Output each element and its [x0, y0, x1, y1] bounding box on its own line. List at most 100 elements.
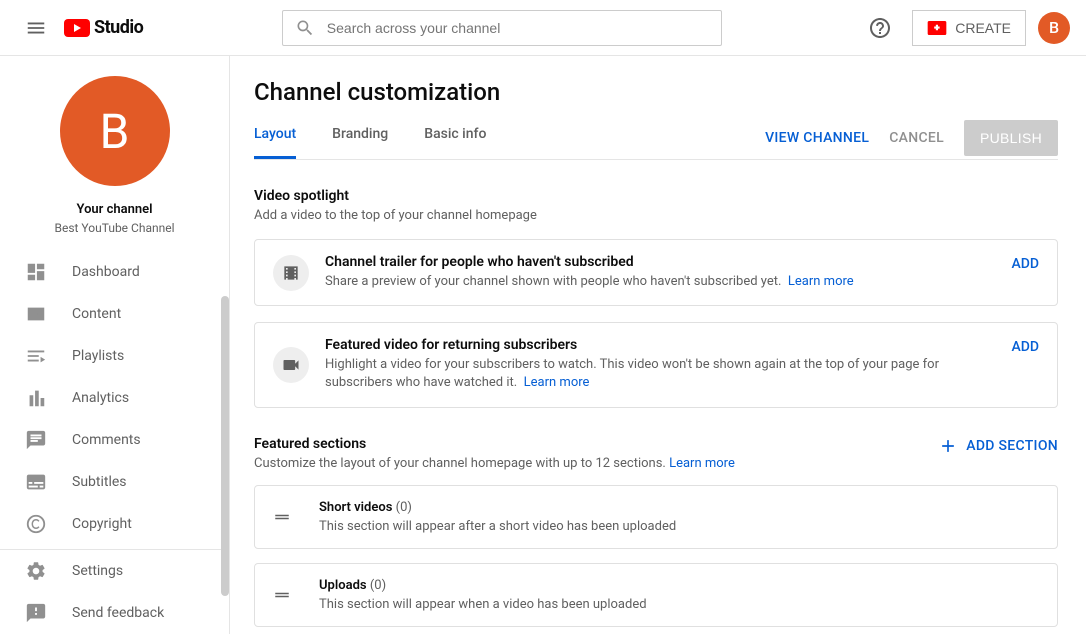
item-count: (0) [370, 578, 386, 593]
sidebar-item-copyright[interactable]: Copyright [0, 503, 229, 545]
sidebar-item-label: Copyright [72, 516, 132, 532]
add-section-button[interactable]: ADD SECTION [938, 436, 1058, 456]
sidebar-item-label: Subtitles [72, 474, 127, 490]
card-desc: Share a preview of your channel shown wi… [325, 273, 995, 291]
tab-actions: VIEW CHANNEL CANCEL PUBLISH [765, 120, 1058, 156]
card-body: Channel trailer for people who haven't s… [325, 254, 995, 291]
film-icon [273, 255, 309, 291]
learn-more-link[interactable]: Learn more [669, 456, 735, 471]
channel-info: B Your channel Best YouTube Channel [0, 56, 229, 251]
sidebar-item-subtitles[interactable]: Subtitles [0, 461, 229, 503]
nav-list: Dashboard Content Playlists Analytics Co… [0, 251, 229, 549]
subtitles-icon [24, 470, 48, 494]
search-box[interactable] [282, 10, 722, 46]
item-count: (0) [396, 500, 412, 515]
search-wrap [143, 10, 860, 46]
help-button[interactable] [860, 8, 900, 48]
card-body: Featured video for returning subscribers… [325, 337, 995, 392]
sidebar-item-feedback[interactable]: Send feedback [0, 592, 229, 634]
create-icon [927, 21, 947, 35]
sidebar-bottom: Settings Send feedback [0, 549, 229, 634]
create-button[interactable]: CREATE [912, 10, 1026, 46]
copyright-icon [24, 512, 48, 536]
sidebar-item-label: Content [72, 306, 121, 322]
featured-video-card: Featured video for returning subscribers… [254, 322, 1058, 407]
sidebar-item-playlists[interactable]: Playlists [0, 335, 229, 377]
hamburger-icon [25, 17, 47, 39]
sidebar-item-dashboard[interactable]: Dashboard [0, 251, 229, 293]
section-title: Featured sections [254, 436, 735, 452]
section-header: Featured sections Customize the layout o… [254, 436, 1058, 471]
card-desc: Highlight a video for your subscribers t… [325, 356, 995, 392]
sidebar-item-analytics[interactable]: Analytics [0, 377, 229, 419]
sidebar-item-comments[interactable]: Comments [0, 419, 229, 461]
sidebar-item-label: Send feedback [72, 605, 164, 621]
card-title: Featured video for returning subscribers [325, 337, 995, 353]
sidebar: B Your channel Best YouTube Channel Dash… [0, 56, 230, 634]
sidebar-item-content[interactable]: Content [0, 293, 229, 335]
drag-handle-icon[interactable] [273, 508, 291, 526]
search-icon [295, 18, 315, 38]
add-featured-button[interactable]: ADD [1011, 339, 1039, 355]
video-spotlight-section: Video spotlight Add a video to the top o… [254, 188, 1058, 408]
page-title: Channel customization [254, 78, 1058, 106]
sidebar-item-label: Settings [72, 563, 123, 579]
item-desc: This section will appear after a short v… [319, 519, 1039, 534]
item-title: Uploads (0) [319, 578, 1039, 593]
youtube-icon [64, 19, 90, 37]
trailer-card: Channel trailer for people who haven't s… [254, 239, 1058, 306]
search-input[interactable] [327, 20, 709, 36]
featured-sections: Featured sections Customize the layout o… [254, 436, 1058, 627]
scrollbar[interactable] [221, 296, 229, 596]
item-body: Uploads (0) This section will appear whe… [319, 578, 1039, 612]
tab-basic-info[interactable]: Basic info [424, 126, 486, 159]
section-subtitle: Add a video to the top of your channel h… [254, 208, 1058, 223]
section-item-short-videos: Short videos (0) This section will appea… [254, 485, 1058, 549]
header-right: CREATE B [860, 8, 1070, 48]
add-trailer-button[interactable]: ADD [1011, 256, 1039, 272]
tabs-row: Layout Branding Basic info VIEW CHANNEL … [254, 126, 1058, 160]
gear-icon [24, 559, 48, 583]
main-content: Channel customization Layout Branding Ba… [230, 56, 1086, 634]
section-subtitle: Customize the layout of your channel hom… [254, 456, 735, 471]
item-body: Short videos (0) This section will appea… [319, 500, 1039, 534]
help-icon [868, 16, 892, 40]
sidebar-item-settings[interactable]: Settings [0, 550, 229, 592]
item-title: Short videos (0) [319, 500, 1039, 515]
sidebar-item-label: Dashboard [72, 264, 140, 280]
tabs: Layout Branding Basic info [254, 126, 486, 159]
menu-button[interactable] [16, 8, 56, 48]
card-title: Channel trailer for people who haven't s… [325, 254, 995, 270]
video-icon [273, 347, 309, 383]
sidebar-item-label: Analytics [72, 390, 129, 406]
item-desc: This section will appear when a video ha… [319, 597, 1039, 612]
sidebar-item-label: Comments [72, 432, 141, 448]
cancel-button[interactable]: CANCEL [889, 130, 944, 146]
tab-layout[interactable]: Layout [254, 126, 296, 159]
channel-name: Best YouTube Channel [0, 221, 229, 235]
drag-handle-icon[interactable] [273, 586, 291, 604]
publish-button[interactable]: PUBLISH [964, 120, 1058, 156]
content-icon [24, 302, 48, 326]
logo-text: Studio [94, 17, 143, 38]
section-item-uploads: Uploads (0) This section will appear whe… [254, 563, 1058, 627]
create-label: CREATE [955, 20, 1011, 36]
account-avatar[interactable]: B [1038, 12, 1070, 44]
body: B Your channel Best YouTube Channel Dash… [0, 56, 1086, 634]
view-channel-link[interactable]: VIEW CHANNEL [765, 130, 869, 146]
your-channel-label: Your channel [0, 202, 229, 217]
analytics-icon [24, 386, 48, 410]
sidebar-item-label: Playlists [72, 348, 124, 364]
learn-more-link[interactable]: Learn more [524, 375, 590, 390]
dashboard-icon [24, 260, 48, 284]
tab-branding[interactable]: Branding [332, 126, 388, 159]
app-header: Studio CREATE B [0, 0, 1086, 56]
plus-icon [938, 436, 958, 456]
playlists-icon [24, 344, 48, 368]
logo[interactable]: Studio [64, 17, 143, 38]
learn-more-link[interactable]: Learn more [788, 274, 854, 289]
channel-avatar[interactable]: B [60, 76, 170, 186]
feedback-icon [24, 601, 48, 625]
comments-icon [24, 428, 48, 452]
section-title: Video spotlight [254, 188, 1058, 204]
